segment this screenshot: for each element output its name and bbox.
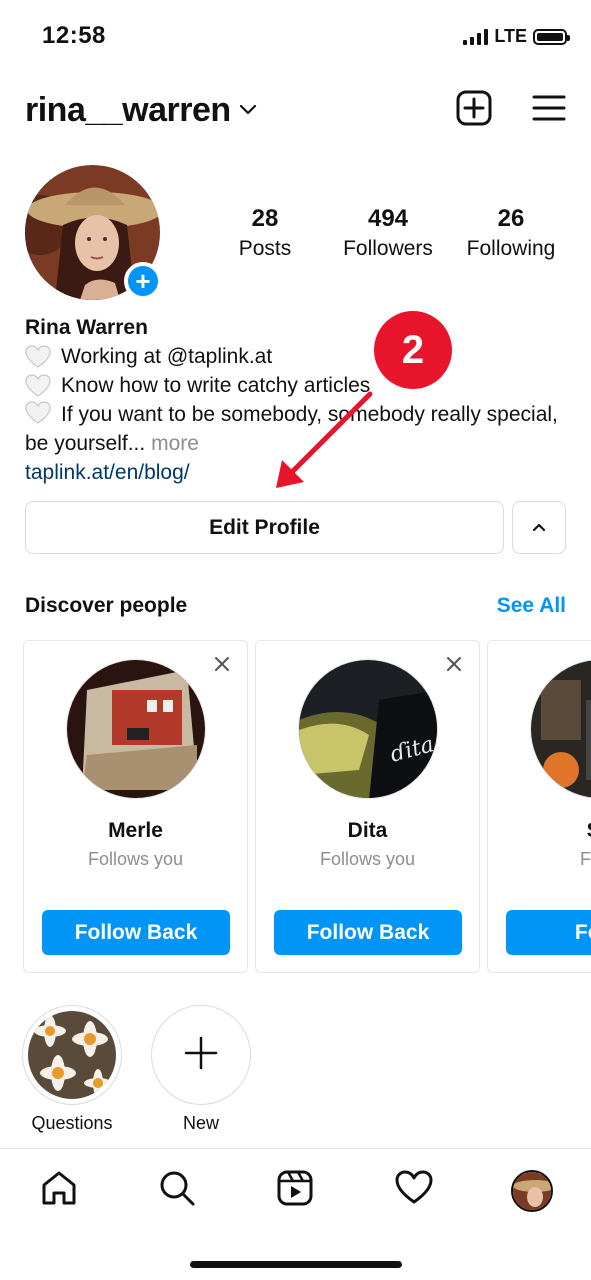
profile-stats: 28 Posts 494 Followers 26 Following: [205, 205, 571, 261]
tab-home[interactable]: [29, 1161, 89, 1221]
stat-following[interactable]: 26 Following: [451, 205, 571, 261]
suggestion-card[interactable]: Sy Follo Follo: [487, 640, 591, 973]
white-heart-icon: [25, 373, 51, 398]
stat-label: Following: [466, 237, 556, 260]
suggestions-toggle-button[interactable]: [512, 501, 566, 554]
stat-label: Posts: [238, 237, 292, 260]
home-icon: [40, 1169, 78, 1212]
add-story-icon[interactable]: +: [124, 262, 162, 300]
suggestion-card[interactable]: ɗita Dita Follows you Follow Back: [255, 640, 480, 973]
highlight-label: New: [182, 1113, 219, 1133]
suggestion-subtitle: Follo: [579, 849, 591, 869]
display-name: Rina Warren: [25, 316, 148, 339]
discover-title: Discover people: [25, 594, 188, 617]
username[interactable]: rina__warren: [25, 91, 231, 130]
add-post-icon[interactable]: [456, 90, 492, 131]
suggestion-subtitle: Follows you: [87, 849, 184, 869]
stat-value: 494: [367, 205, 409, 232]
profile-header: rina__warren: [25, 84, 566, 136]
story-highlights: Questions New: [22, 1005, 251, 1134]
edit-profile-button[interactable]: Edit Profile: [25, 501, 504, 554]
avatar[interactable]: [530, 659, 591, 799]
suggestion-subtitle: Follows you: [319, 849, 416, 869]
reels-icon: [276, 1169, 314, 1212]
chevron-down-icon[interactable]: [239, 103, 257, 121]
stat-followers[interactable]: 494 Followers: [328, 205, 448, 261]
heart-icon: [395, 1170, 433, 1211]
see-all-link[interactable]: See All: [497, 594, 566, 618]
follow-back-button[interactable]: Follow Back: [274, 910, 462, 955]
suggestion-name: Sy: [488, 819, 591, 843]
profile-avatar: [510, 1169, 553, 1212]
close-icon[interactable]: [445, 655, 463, 673]
profile-avatar[interactable]: +: [25, 165, 162, 300]
status-indicators: LTE: [463, 26, 570, 47]
annotation-arrow-icon: [276, 391, 373, 488]
avatar[interactable]: [66, 659, 206, 799]
suggestion-card[interactable]: Merle Follows you Follow Back: [23, 640, 248, 973]
suggestion-carousel[interactable]: Merle Follows you Follow Back ɗita Dita …: [23, 640, 591, 973]
home-indicator[interactable]: [190, 1261, 402, 1268]
plus-icon: [184, 1036, 218, 1075]
highlight-label: Questions: [31, 1113, 113, 1133]
new-highlight-circle: [151, 1005, 251, 1105]
white-heart-icon: [25, 401, 51, 425]
status-time: 12:58: [42, 22, 106, 49]
stat-value: 26: [497, 205, 525, 232]
follow-back-button[interactable]: Follo: [506, 910, 591, 955]
signal-icon: [463, 28, 489, 45]
network-label: LTE: [494, 26, 527, 46]
suggestion-name: Merle: [108, 819, 163, 842]
tab-reels[interactable]: [265, 1161, 325, 1221]
bio-text: Working at @taplink.at: [61, 345, 273, 368]
discover-header: Discover people See All: [25, 594, 566, 618]
white-heart-icon: [25, 344, 51, 369]
menu-icon[interactable]: [532, 94, 566, 127]
avatar[interactable]: ɗita: [298, 659, 438, 799]
tab-profile[interactable]: [502, 1161, 562, 1221]
search-icon: [158, 1169, 196, 1212]
highlight-questions[interactable]: Questions: [22, 1005, 122, 1134]
stat-value: 28: [251, 205, 279, 232]
bottom-tab-bar: [0, 1148, 591, 1228]
chevron-up-icon: [532, 519, 546, 537]
more-link[interactable]: more: [151, 432, 199, 455]
stat-posts[interactable]: 28 Posts: [205, 205, 325, 261]
highlight-new[interactable]: New: [151, 1005, 251, 1134]
stat-label: Followers: [343, 237, 433, 260]
close-icon[interactable]: [213, 655, 231, 673]
tab-search[interactable]: [147, 1161, 207, 1221]
follow-back-button[interactable]: Follow Back: [42, 910, 230, 955]
tab-activity[interactable]: [384, 1161, 444, 1221]
suggestion-name: Dita: [347, 819, 388, 842]
bio-line: Working at @taplink.at: [25, 342, 565, 371]
step-number-badge: 2: [374, 311, 452, 389]
highlight-cover: [22, 1005, 122, 1105]
battery-icon: [533, 28, 570, 45]
status-bar: 12:58 LTE: [0, 0, 591, 70]
